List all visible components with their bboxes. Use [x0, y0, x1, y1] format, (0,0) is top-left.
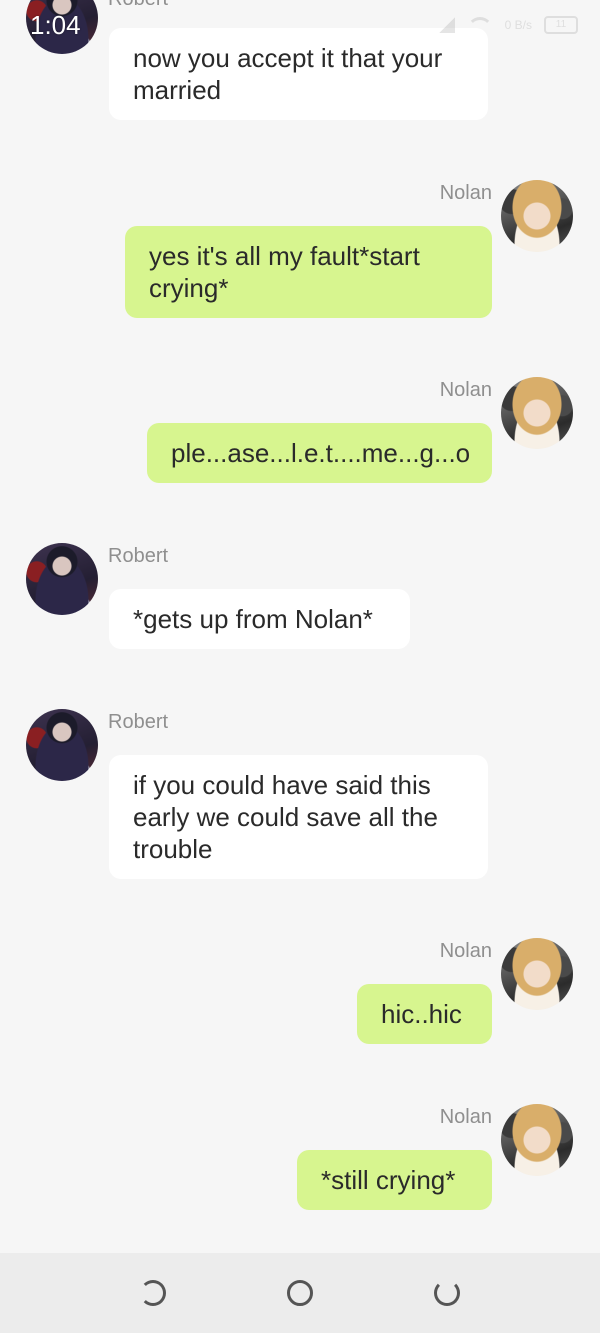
message-bubble[interactable]: yes it's all my fault*start crying* [125, 226, 492, 318]
message-bubble[interactable]: *gets up from Nolan* [109, 589, 410, 649]
avatar-nolan[interactable] [501, 180, 573, 252]
status-icons: 0 B/s 11 [438, 12, 578, 38]
avatar-nolan[interactable] [501, 1104, 573, 1176]
avatar-nolan[interactable] [501, 377, 573, 449]
battery-icon: 11 [544, 16, 578, 34]
avatar-nolan[interactable] [501, 938, 573, 1010]
message-bubble[interactable]: ple...ase...l.e.t....me...g...o [147, 423, 492, 483]
sender-name: Nolan [439, 1106, 492, 1128]
navigation-bar [0, 1253, 600, 1333]
message-bubble[interactable]: hic..hic [357, 984, 492, 1044]
sender-name: Nolan [439, 940, 492, 962]
sender-name: Nolan [439, 379, 492, 401]
avatar-robert[interactable] [26, 709, 98, 781]
network-speed: 0 B/s [504, 18, 532, 32]
wifi-icon [466, 16, 493, 34]
sender-name: Robert [108, 0, 168, 11]
home-icon[interactable] [287, 1280, 313, 1306]
recent-apps-icon[interactable] [434, 1280, 460, 1306]
message-bubble[interactable]: now you accept it that your married [109, 28, 488, 120]
back-icon[interactable] [140, 1280, 166, 1306]
sender-name: Robert [108, 711, 169, 733]
status-time: 1:04 [30, 10, 81, 40]
message-bubble[interactable]: if you could have said this early we cou… [109, 755, 488, 879]
signal-icon [438, 17, 455, 33]
sender-name: Nolan [439, 182, 492, 204]
message-bubble[interactable]: *still crying* [297, 1150, 492, 1210]
avatar-robert[interactable] [26, 543, 98, 615]
sender-name: Robert [108, 545, 169, 567]
